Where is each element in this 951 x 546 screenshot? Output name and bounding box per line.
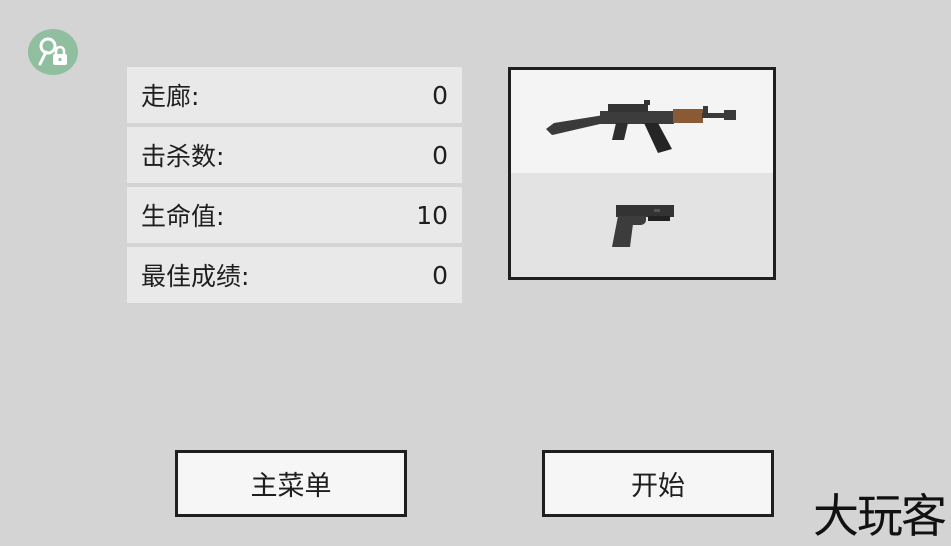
weapon-slot-secondary[interactable] [511,173,773,277]
stat-value: 10 [416,200,448,230]
weapon-selector [508,67,776,280]
stat-label: 最佳成绩: [141,262,250,291]
stat-row-corridor: 走廊: 0 [127,67,462,123]
stat-value: 0 [432,260,448,290]
stat-row-kills: 击杀数: 0 [127,127,462,183]
weapon-slot-primary[interactable] [511,70,773,173]
key-lock-icon [38,37,67,66]
stat-value: 0 [432,140,448,170]
stat-label: 生命值: [141,202,225,231]
key-lock-button[interactable] [28,29,78,75]
main-menu-button[interactable]: 主菜单 [175,450,407,517]
stat-row-health: 生命值: 10 [127,187,462,243]
pistol-icon [612,205,674,247]
stat-label: 击杀数: [141,142,225,171]
start-button[interactable]: 开始 [542,450,774,517]
stat-label: 走廊: [141,82,200,111]
rifle-icon [546,99,736,153]
watermark-logo: 大玩客 [813,489,947,543]
stat-value: 0 [432,80,448,110]
stats-panel: 走廊: 0 击杀数: 0 生命值: 10 最佳成绩: 0 [127,67,462,307]
stat-row-best-score: 最佳成绩: 0 [127,247,462,303]
